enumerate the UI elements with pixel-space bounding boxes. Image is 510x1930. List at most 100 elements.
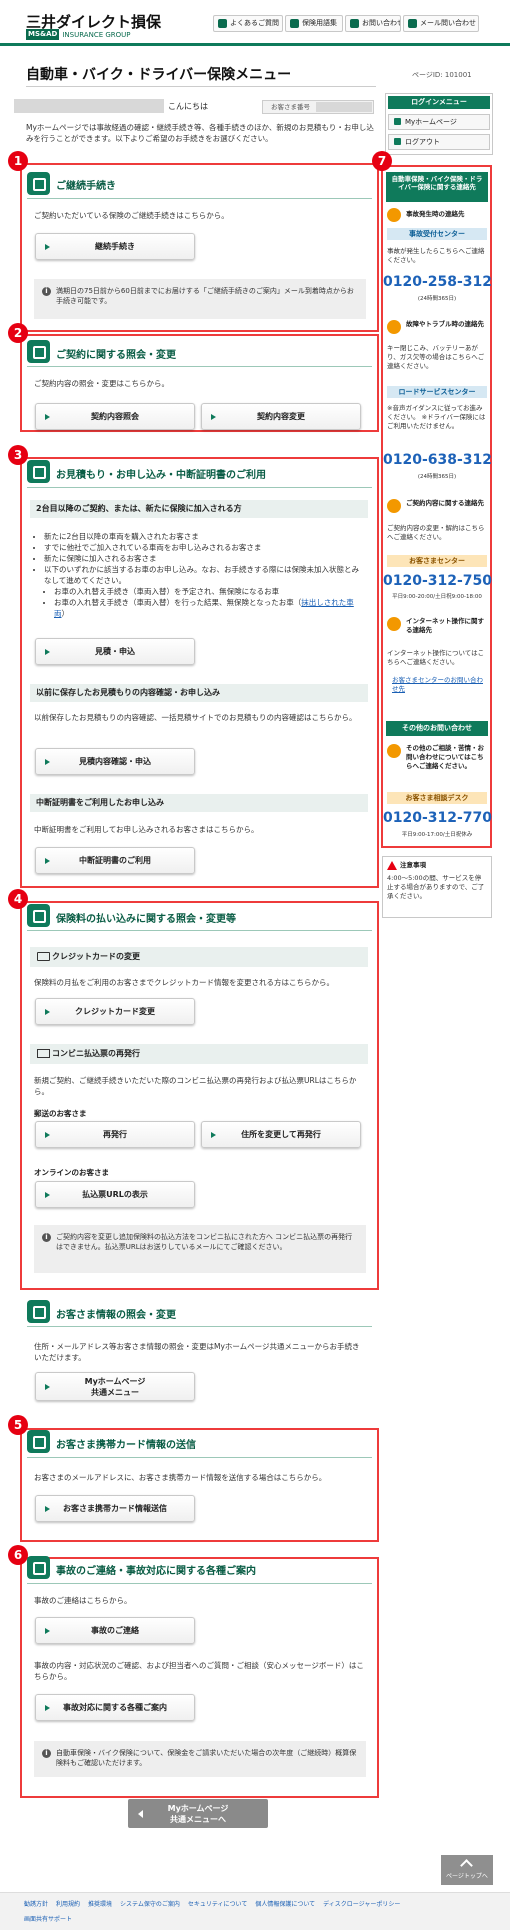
accident-phone[interactable]: 0120-258-312: [383, 274, 492, 290]
arrow-right-icon: [45, 648, 50, 655]
arrow-right-icon: [45, 1383, 50, 1390]
customer-number-masked: [316, 102, 372, 112]
contract-contact-title: ご契約内容に関する連絡先: [406, 499, 484, 507]
edit-icon: [27, 904, 50, 927]
credit-card-button[interactable]: クレジットカード変更: [35, 998, 195, 1025]
footer-link-maintenance[interactable]: システム保守のご案内: [120, 1899, 180, 1908]
section-number-6: 6: [8, 1545, 28, 1565]
section-number-4: 4: [8, 889, 28, 909]
internet-contact-link[interactable]: お客さまセンターのお問い合わせ先: [392, 676, 488, 694]
phone-icon: [350, 19, 359, 28]
renewal-button[interactable]: 継続手続き: [35, 233, 195, 260]
arrow-right-icon: [45, 1191, 50, 1198]
road-service-hours: (24時間365日): [417, 474, 457, 480]
site-footer: 勧誘方針 利用規約 推奨環境 システム保守のご案内 セキュリティについて 個人情…: [0, 1892, 510, 1930]
consult-desk-phone[interactable]: 0120-312-770: [383, 810, 492, 826]
customer-center-phone[interactable]: 0120-312-750: [383, 573, 492, 589]
section-number-1: 1: [8, 151, 28, 171]
divider: [27, 930, 372, 931]
contract-contact-text: ご契約内容の変更・解約はこちらへご連絡ください。: [387, 524, 485, 541]
section-title-renewal: ご継続手続き: [56, 181, 116, 192]
footer-link-terms[interactable]: 利用規約: [56, 1899, 80, 1908]
arrow-right-icon: [45, 857, 50, 864]
convenience-slip-text: 新規ご契約、ご継続手続きいただいた際のコンビニ払込票の再発行および払込票URLは…: [34, 1076, 357, 1096]
credit-card-text: 保険料の月払をご利用のお客さまでクレジットカード情報を変更される方はこちらから。: [34, 978, 334, 987]
footer-link-screen-share[interactable]: 画面共有サポート: [24, 1916, 72, 1923]
list-item: 新たに2台目以降の車両を購入されたお客さま: [44, 531, 366, 542]
arrow-right-icon: [45, 1627, 50, 1634]
section-title-payment: 保険料の払い込みに関する照会・変更等: [56, 914, 236, 925]
nav-contact[interactable]: お問い合わせ: [345, 15, 401, 32]
label-online-customer: オンラインのお客さま: [34, 1168, 109, 1177]
contract-change-button[interactable]: 契約内容変更: [201, 403, 361, 430]
customer-info-text: 住所・メールアドレス等お客さま情報の照会・変更はMyホームページ共通メニューから…: [34, 1342, 360, 1362]
accident-status-text: 事故の内容・対応状況のご確認、および担当者へのご質問・ご相談（安心メッセージボー…: [34, 1661, 364, 1681]
back-to-common-menu-button[interactable]: Myホームページ 共通メニューへ: [128, 1799, 268, 1828]
divider: [27, 198, 372, 199]
list-item: お車の入れ替え手続き（車両入替）を予定され、無保険になるお車: [54, 586, 366, 597]
accident-guide-button[interactable]: 事故対応に関する各種ご案内: [35, 1694, 195, 1721]
list-item: お車の入れ替え手続き（車両入替）を行った結果、無保険となったお車（抹出しされた車…: [54, 597, 366, 619]
change-address-reissue-button[interactable]: 住所を変更して再発行: [201, 1121, 361, 1148]
arrow-right-icon: [211, 1131, 216, 1138]
divider: [27, 366, 372, 367]
contract-inquiry-button[interactable]: 契約内容照会: [35, 403, 195, 430]
suspension-button[interactable]: 中断証明書のご利用: [35, 847, 195, 874]
other-inquiry-header: その他のお問い合わせ: [386, 721, 488, 736]
subhead-convenience-slip: コンビニ払込票の再発行: [30, 1044, 368, 1064]
divider: [27, 487, 372, 488]
notice-text: 4:00〜5:00の間、サービスを停止する場合がありますので、ご了承ください。: [387, 874, 485, 900]
computer-icon: [387, 617, 401, 631]
nav-faq[interactable]: よくあるご質問: [213, 15, 283, 32]
myhome-button[interactable]: Myホームページ: [388, 114, 490, 130]
divider: [27, 1326, 372, 1327]
mobile-card-send-button[interactable]: お客さま携帯カード情報送信: [35, 1495, 195, 1522]
page-top-button[interactable]: ページトップへ: [441, 1855, 493, 1885]
contract-icon: [387, 499, 401, 513]
internet-contact-text: インターネット操作についてはこちらへご連絡ください。: [387, 649, 485, 666]
subhead-new-contract: 2台目以降のご契約、または、新たに保険に加入される方: [30, 500, 368, 518]
accident-report-button[interactable]: 事故のご連絡: [35, 1617, 195, 1644]
chat-icon: [387, 744, 401, 758]
footer-link-privacy[interactable]: 個人情報保護について: [255, 1899, 315, 1908]
logo-group-text: INSURANCE GROUP: [62, 30, 131, 39]
reissue-button[interactable]: 再発行: [35, 1121, 195, 1148]
accident-center-text: 事故が発生したらこちらへご連絡ください。: [387, 247, 485, 264]
slip-url-button[interactable]: 払込票URLの表示: [35, 1181, 195, 1208]
phone-icon: [387, 208, 401, 222]
page-id: ページID: 101001: [412, 71, 472, 79]
warning-icon: [387, 861, 397, 870]
login-menu-header: ログインメニュー: [388, 96, 490, 109]
notice-title: 注意事項: [400, 861, 426, 869]
mail-icon: [408, 19, 417, 28]
road-service-phone[interactable]: 0120-638-312: [383, 452, 492, 468]
accident-hours: (24時間365日): [417, 296, 457, 302]
list-item: 新たに保険に加入されるお客さま: [44, 553, 366, 564]
footer-link-solicitation[interactable]: 勧誘方針: [24, 1899, 48, 1908]
common-menu-button[interactable]: Myホームページ 共通メニュー: [35, 1372, 195, 1401]
nav-glossary[interactable]: 保険用語集: [285, 15, 343, 32]
section-title-contract: ご契約に関する照会・変更: [56, 350, 176, 361]
suspension-text: 中断証明書をご利用してお申し込みされるお客さまはこちらから。: [34, 825, 259, 834]
accident-contact-title: 事故発生時の連絡先: [406, 210, 465, 218]
footer-link-environment[interactable]: 推奨環境: [88, 1899, 112, 1908]
footer-link-security[interactable]: セキュリティについて: [188, 1899, 247, 1908]
section-number-5: 5: [8, 1415, 28, 1435]
arrow-right-icon: [45, 413, 50, 420]
logout-button[interactable]: ログアウト: [388, 134, 490, 150]
arrow-right-icon: [45, 1008, 50, 1015]
contact-header: 自動車保険・バイク保険・ドライバー保険に関する連絡先: [386, 172, 488, 202]
page-title: 自動車・バイク・ドライバー保険メニュー: [26, 67, 292, 83]
nav-mail-contact[interactable]: メール問い合わせ: [403, 15, 479, 32]
id-card-icon: [27, 1300, 50, 1323]
subhead-suspension: 中断証明書をご利用したお申し込み: [30, 794, 368, 812]
arrow-right-icon: [211, 413, 216, 420]
saved-quote-button[interactable]: 見積内容確認・申込: [35, 748, 195, 775]
logo-msad: MS&AD: [26, 29, 60, 40]
renewal-text: ご契約いただいている保険のご継続手続きはこちらから。: [34, 211, 229, 220]
customer-center-hours: 平日9:00-20:00/土日祝9:00-18:00: [392, 594, 482, 600]
quote-apply-button[interactable]: 見積・申込: [35, 638, 195, 665]
accident-text: 事故のご連絡はこちらから。: [34, 1596, 132, 1605]
footer-link-disclosure[interactable]: ディスクロージャーポリシー: [323, 1899, 400, 1908]
trouble-contact-title: 故障やトラブル時の連絡先: [406, 320, 484, 328]
